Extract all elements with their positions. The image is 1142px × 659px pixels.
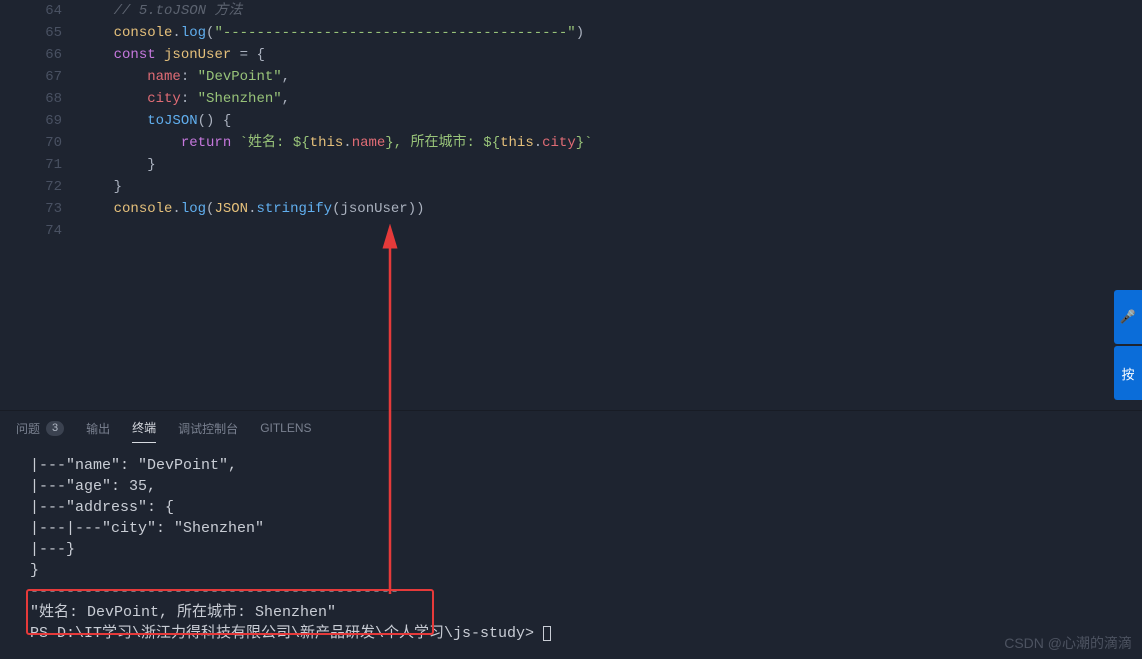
tab-gitlens[interactable]: GITLENS: [260, 419, 311, 443]
code-content: name: "DevPoint",: [80, 66, 290, 88]
line-number: 74: [0, 220, 80, 242]
tab-terminal[interactable]: 终端: [132, 419, 156, 443]
line-number: 70: [0, 132, 80, 154]
code-line[interactable]: 72 }: [0, 176, 1142, 198]
code-content: // 5.toJSON 方法: [80, 0, 242, 22]
tab-problems[interactable]: 问题 3: [16, 419, 64, 443]
line-number: 71: [0, 154, 80, 176]
terminal-line: |---}: [30, 539, 1112, 560]
code-line[interactable]: 67 name: "DevPoint",: [0, 66, 1142, 88]
code-line[interactable]: 69 toJSON() {: [0, 110, 1142, 132]
key-button[interactable]: 按: [1114, 346, 1142, 400]
code-line[interactable]: 68 city: "Shenzhen",: [0, 88, 1142, 110]
code-content: toJSON() {: [80, 110, 231, 132]
line-number: 73: [0, 198, 80, 220]
code-line[interactable]: 66 const jsonUser = {: [0, 44, 1142, 66]
code-line[interactable]: 74: [0, 220, 1142, 242]
tab-debug-label: 调试控制台: [178, 420, 238, 437]
tab-debug-console[interactable]: 调试控制台: [178, 419, 238, 443]
terminal-line: |---"age": 35,: [30, 476, 1112, 497]
code-content: console.log("---------------------------…: [80, 22, 584, 44]
terminal-panel: 问题 3 输出 终端 调试控制台 GITLENS |---"name": "De…: [0, 410, 1142, 652]
terminal-line: }: [30, 560, 1112, 581]
code-line[interactable]: 73 console.log(JSON.stringify(jsonUser)): [0, 198, 1142, 220]
terminal-output[interactable]: |---"name": "DevPoint",|---"age": 35,|--…: [0, 447, 1142, 652]
line-number: 65: [0, 22, 80, 44]
code-content: city: "Shenzhen",: [80, 88, 290, 110]
tab-gitlens-label: GITLENS: [260, 421, 311, 435]
terminal-line: "姓名: DevPoint, 所在城市: Shenzhen": [30, 602, 1112, 623]
code-content: const jsonUser = {: [80, 44, 265, 66]
code-line[interactable]: 64 // 5.toJSON 方法: [0, 0, 1142, 22]
terminal-prompt[interactable]: PS D:\IT学习\浙江力得科技有限公司\新产品研发\个人学习\js-stud…: [30, 623, 1112, 644]
code-content: console.log(JSON.stringify(jsonUser)): [80, 198, 425, 220]
code-line[interactable]: 70 return `姓名: ${this.name}, 所在城市: ${thi…: [0, 132, 1142, 154]
problems-count-badge: 3: [46, 421, 64, 436]
line-number: 64: [0, 0, 80, 22]
terminal-line: ----------------------------------------…: [30, 581, 1112, 602]
line-number: 72: [0, 176, 80, 198]
panel-tabs: 问题 3 输出 终端 调试控制台 GITLENS: [0, 411, 1142, 447]
watermark: CSDN @心潮的滴滴: [1004, 633, 1132, 653]
line-number: 69: [0, 110, 80, 132]
terminal-line: |---"name": "DevPoint",: [30, 455, 1112, 476]
terminal-cursor: [543, 626, 551, 641]
terminal-line: |---|---"city": "Shenzhen": [30, 518, 1112, 539]
code-content: return `姓名: ${this.name}, 所在城市: ${this.c…: [80, 132, 593, 154]
line-number: 66: [0, 44, 80, 66]
code-editor[interactable]: 64 // 5.toJSON 方法65 console.log("-------…: [0, 0, 1142, 410]
mic-button[interactable]: 🎤: [1114, 290, 1142, 344]
code-line[interactable]: 71 }: [0, 154, 1142, 176]
code-content: }: [80, 176, 122, 198]
key-label: 按: [1121, 364, 1134, 383]
line-number: 68: [0, 88, 80, 110]
tab-problems-label: 问题: [16, 420, 40, 437]
tab-terminal-label: 终端: [132, 419, 156, 436]
side-panel: 🎤 按: [1114, 290, 1142, 402]
terminal-line: |---"address": {: [30, 497, 1112, 518]
code-line[interactable]: 65 console.log("------------------------…: [0, 22, 1142, 44]
tab-output-label: 输出: [86, 420, 110, 437]
tab-output[interactable]: 输出: [86, 419, 110, 443]
mic-icon: 🎤: [1120, 309, 1136, 325]
code-content: }: [80, 154, 156, 176]
line-number: 67: [0, 66, 80, 88]
